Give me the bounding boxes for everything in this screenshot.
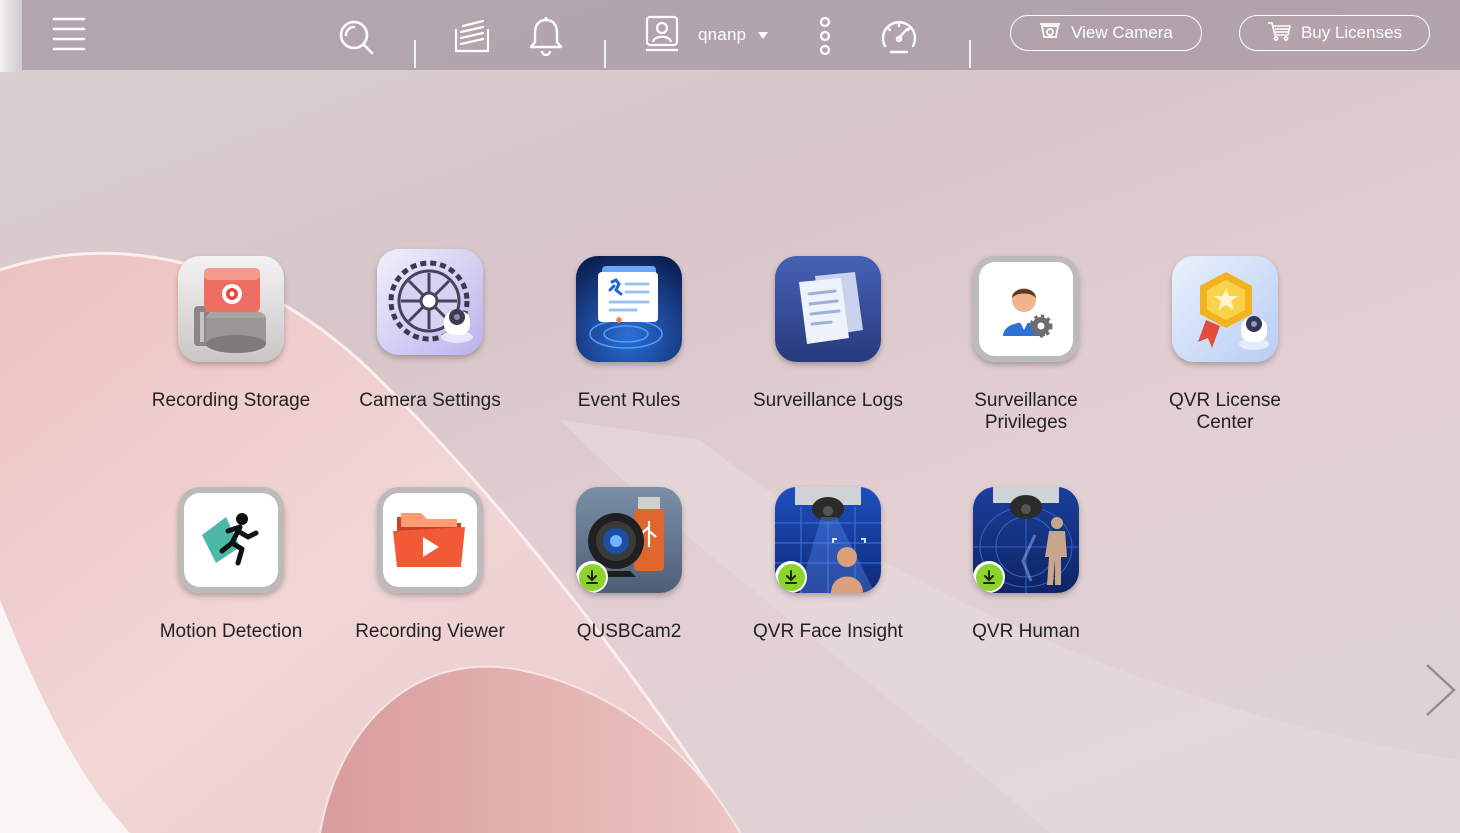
recording-storage-icon (178, 256, 284, 362)
app-motion-detection[interactable]: Motion Detection (136, 487, 326, 643)
more-vertical-icon[interactable] (814, 15, 836, 57)
app-event-rules[interactable]: Event Rules (534, 256, 724, 412)
user-icon (644, 14, 680, 57)
recording-viewer-icon (377, 487, 483, 593)
username: qnanp (698, 25, 747, 44)
app-qvr-license-center[interactable]: QVR License Center (1130, 256, 1320, 434)
app-label: Event Rules (577, 390, 681, 411)
buy-licenses-button[interactable]: Buy Licenses (1239, 15, 1430, 51)
app-label: QVR License Center (1130, 390, 1320, 434)
app-recording-storage[interactable]: Recording Storage (136, 256, 326, 412)
app-qvr-human[interactable]: QVR Human (931, 487, 1121, 643)
bell-icon[interactable] (526, 15, 566, 57)
buy-licenses-label: Buy Licenses (1300, 23, 1403, 42)
shopping-cart-icon (1267, 21, 1291, 46)
qvr-human-icon (973, 487, 1079, 593)
app-label: QVR Human (972, 621, 1080, 642)
download-icon (785, 570, 797, 584)
download-icon (983, 570, 995, 584)
camera-icon (1039, 22, 1061, 45)
app-label: Surveillance Logs (753, 390, 903, 411)
download-badge (973, 561, 1005, 593)
top-toolbar: qnanp View Camera Buy Licenses (22, 0, 1460, 70)
download-badge (775, 561, 807, 593)
app-camera-settings[interactable]: Camera Settings (335, 249, 525, 412)
app-recording-viewer[interactable]: Recording Viewer (335, 487, 525, 643)
app-surveillance-privileges[interactable]: Surveillance Privileges (931, 256, 1121, 434)
app-label-line: Privileges (984, 412, 1068, 433)
toolbar-divider (414, 40, 416, 68)
view-camera-button[interactable]: View Camera (1010, 15, 1202, 51)
motion-detection-icon (178, 487, 284, 593)
app-label-line: Surveillance (974, 390, 1078, 411)
app-label: Camera Settings (359, 390, 501, 411)
user-menu[interactable]: qnanp (644, 14, 769, 57)
event-rules-icon (576, 256, 682, 362)
qvr-face-insight-icon (775, 487, 881, 593)
app-label: QUSBCam2 (576, 621, 682, 642)
app-label: Recording Viewer (355, 621, 505, 642)
qvr-license-center-icon (1172, 256, 1278, 362)
app-label-line: Center (1196, 412, 1254, 433)
left-edge-strip (0, 0, 22, 72)
chevron-right-icon[interactable] (1418, 660, 1458, 720)
download-badge (576, 561, 608, 593)
app-label-line: QVR License (1169, 390, 1281, 411)
app-label: QVR Face Insight (753, 621, 903, 642)
hamburger-menu-icon[interactable] (50, 15, 88, 53)
app-qusbcam2[interactable]: QUSBCam2 (534, 487, 724, 643)
surveillance-logs-icon (775, 256, 881, 362)
app-label: Motion Detection (159, 621, 303, 642)
view-camera-label: View Camera (1071, 23, 1173, 42)
background-tasks-icon[interactable] (452, 17, 492, 55)
qusbcam2-icon (576, 487, 682, 593)
app-label: Surveillance Privileges (931, 390, 1121, 434)
surveillance-privileges-icon (973, 256, 1079, 362)
app-qvr-face-insight[interactable]: QVR Face Insight (733, 487, 923, 643)
toolbar-divider (969, 40, 971, 68)
search-icon[interactable] (336, 17, 376, 57)
app-surveillance-logs[interactable]: Surveillance Logs (733, 256, 923, 412)
chevron-down-icon (758, 31, 769, 39)
toolbar-divider (604, 40, 606, 68)
camera-settings-icon (377, 249, 483, 355)
dashboard-gauge-icon[interactable] (878, 15, 920, 57)
download-icon (586, 570, 598, 584)
app-label: Recording Storage (151, 390, 311, 411)
